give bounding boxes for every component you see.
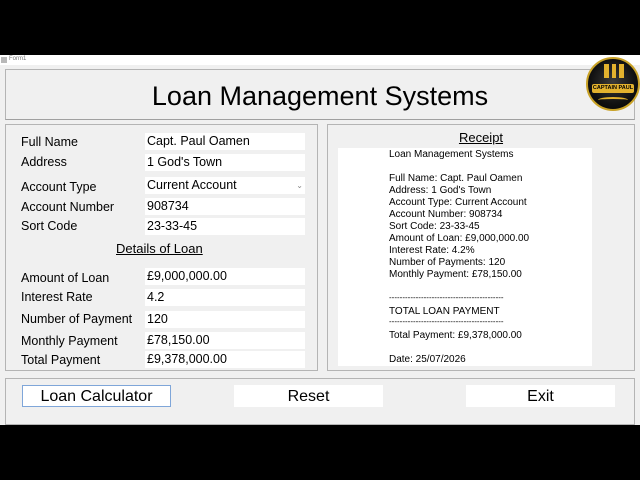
sort-code-input[interactable]: 23-33-45 xyxy=(145,218,305,235)
receipt-line: Total Payment: £9,378,000.00 xyxy=(389,330,522,341)
receipt-title: Receipt xyxy=(458,130,504,145)
header-panel: Loan Management Systems xyxy=(5,69,635,120)
monthly-payment-label: Monthly Payment xyxy=(21,334,118,348)
interest-rate-input[interactable]: 4.2 xyxy=(145,289,305,306)
button-panel: Loan Calculator Reset Exit xyxy=(5,378,635,425)
chevron-down-icon[interactable]: ⌄ xyxy=(296,177,303,194)
receipt-line: Sort Code: 23-33-45 xyxy=(389,221,480,232)
total-payment-label: Total Payment xyxy=(21,353,101,367)
account-type-select[interactable]: Current Account ⌄ xyxy=(145,177,305,194)
address-label: Address xyxy=(21,155,67,169)
receipt-line: Monthly Payment: £78,150.00 xyxy=(389,269,522,280)
receipt-line: TOTAL LOAN PAYMENT xyxy=(389,306,500,317)
receipt-textbox[interactable]: Loan Management Systems Full Name: Capt.… xyxy=(338,148,592,366)
loan-calculator-button[interactable]: Loan Calculator xyxy=(22,385,171,407)
loan-details-heading: Details of Loan xyxy=(116,241,203,256)
app-title: Loan Management Systems xyxy=(151,81,489,111)
account-number-input[interactable]: 908734 xyxy=(145,198,305,215)
account-type-label: Account Type xyxy=(21,180,97,194)
receipt-line: Full Name: Capt. Paul Oamen xyxy=(389,173,523,184)
receipt-panel: Receipt Loan Management Systems Full Nam… xyxy=(327,124,635,371)
receipt-line: Account Type: Current Account xyxy=(389,197,527,208)
number-of-payment-label: Number of Payment xyxy=(21,312,133,326)
title-bar: Form1 xyxy=(0,55,640,65)
logo-text: CAPTAIN PAUL xyxy=(592,84,634,93)
receipt-line: Amount of Loan: £9,000,000.00 xyxy=(389,233,530,244)
interest-rate-label: Interest Rate xyxy=(21,290,93,304)
receipt-divider: ----------------------------------------… xyxy=(389,293,504,302)
total-payment-input[interactable]: £9,378,000.00 xyxy=(145,351,305,368)
receipt-line: Interest Rate: 4.2% xyxy=(389,245,475,256)
receipt-line: Date: 25/07/2026 xyxy=(389,354,466,365)
captain-paul-logo-icon: CAPTAIN PAUL xyxy=(586,57,640,111)
amount-of-loan-label: Amount of Loan xyxy=(21,271,110,285)
exit-button[interactable]: Exit xyxy=(466,385,615,407)
number-of-payment-input[interactable]: 120 xyxy=(145,311,305,328)
account-number-label: Account Number xyxy=(21,200,115,214)
customer-details-panel: Full Name Capt. Paul Oamen Address 1 God… xyxy=(5,124,318,371)
reset-button[interactable]: Reset xyxy=(234,385,383,407)
address-input[interactable]: 1 God's Town xyxy=(145,154,305,171)
receipt-divider: ----------------------------------------… xyxy=(389,317,504,326)
amount-of-loan-input[interactable]: £9,000,000.00 xyxy=(145,268,305,285)
receipt-line: Address: 1 God's Town xyxy=(389,185,492,196)
sort-code-label: Sort Code xyxy=(21,219,78,233)
receipt-line: Loan Management Systems xyxy=(389,149,514,160)
full-name-label: Full Name xyxy=(21,135,78,149)
window-title: Form1 xyxy=(9,56,27,62)
receipt-line: Account Number: 908734 xyxy=(389,209,503,220)
app-icon xyxy=(1,57,7,63)
loan-management-window: Form1 Loan Management Systems CAPTAIN PA… xyxy=(0,55,640,425)
monthly-payment-input[interactable]: £78,150.00 xyxy=(145,332,305,349)
account-type-value: Current Account xyxy=(147,178,237,192)
receipt-line: Number of Payments: 120 xyxy=(389,257,506,268)
full-name-input[interactable]: Capt. Paul Oamen xyxy=(145,133,305,150)
